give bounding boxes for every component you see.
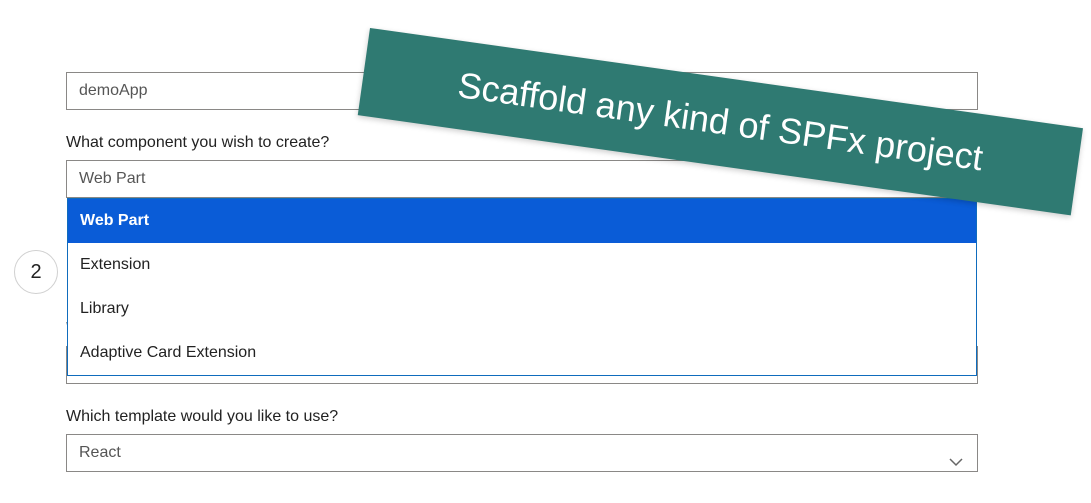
step-badge: 2 bbox=[14, 250, 58, 294]
component-type-dropdown: Web Part Extension Library Adaptive Card… bbox=[67, 198, 977, 376]
template-select[interactable]: React bbox=[66, 434, 978, 472]
template-selected-value: React bbox=[79, 444, 121, 461]
dropdown-option-adaptive-card-extension[interactable]: Adaptive Card Extension bbox=[68, 331, 976, 375]
template-label: Which template would you like to use? bbox=[66, 408, 978, 426]
dropdown-option-web-part[interactable]: Web Part bbox=[68, 199, 976, 243]
dropdown-option-extension[interactable]: Extension bbox=[68, 243, 976, 287]
dropdown-option-library[interactable]: Library bbox=[68, 287, 976, 331]
chevron-down-icon bbox=[949, 447, 963, 461]
component-type-selected-value: Web Part bbox=[79, 170, 145, 187]
